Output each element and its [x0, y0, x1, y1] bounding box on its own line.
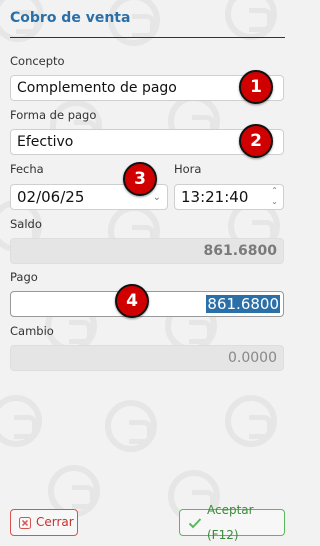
forma-pago-value: Efectivo — [17, 134, 74, 150]
title-divider — [10, 37, 285, 38]
pago-value: 861.6800 — [206, 295, 280, 313]
dialog-title: Cobro de venta — [10, 10, 131, 26]
fecha-value: 02/06/25 — [17, 188, 85, 206]
cambio-value: 0.0000 — [228, 350, 277, 366]
annotation-badge-1: 1 — [239, 70, 273, 104]
annotation-badge-2: 2 — [239, 124, 273, 158]
aceptar-button[interactable]: Aceptar (F12) — [179, 503, 285, 542]
forma-pago-label: Forma de pago — [10, 108, 97, 122]
aceptar-label: Aceptar (F12) — [207, 502, 254, 542]
cerrar-label: Cerrar — [36, 515, 74, 529]
pago-label: Pago — [10, 270, 38, 284]
hora-input[interactable]: 13:21:40 ⌃ ⌄ — [174, 184, 284, 210]
hora-value: 13:21:40 — [181, 188, 249, 206]
saldo-value: 861.6800 — [203, 243, 277, 259]
concepto-label: Concepto — [10, 54, 65, 68]
fecha-label: Fecha — [10, 162, 44, 176]
annotation-badge-4: 4 — [115, 284, 149, 318]
cambio-label: Cambio — [10, 324, 54, 338]
annotation-badge-3: 3 — [123, 162, 157, 196]
hora-label: Hora — [174, 162, 202, 176]
cambio-field: 0.0000 — [10, 345, 284, 371]
concepto-value: Complemento de pago — [17, 80, 177, 96]
time-spinner-icon[interactable]: ⌃ ⌄ — [271, 185, 278, 207]
saldo-label: Saldo — [10, 217, 42, 231]
chevron-down-icon[interactable]: ⌄ — [153, 186, 161, 210]
saldo-field: 861.6800 — [10, 238, 284, 264]
check-icon — [188, 517, 202, 528]
close-icon — [19, 516, 31, 529]
cerrar-button[interactable]: Cerrar — [10, 509, 78, 536]
